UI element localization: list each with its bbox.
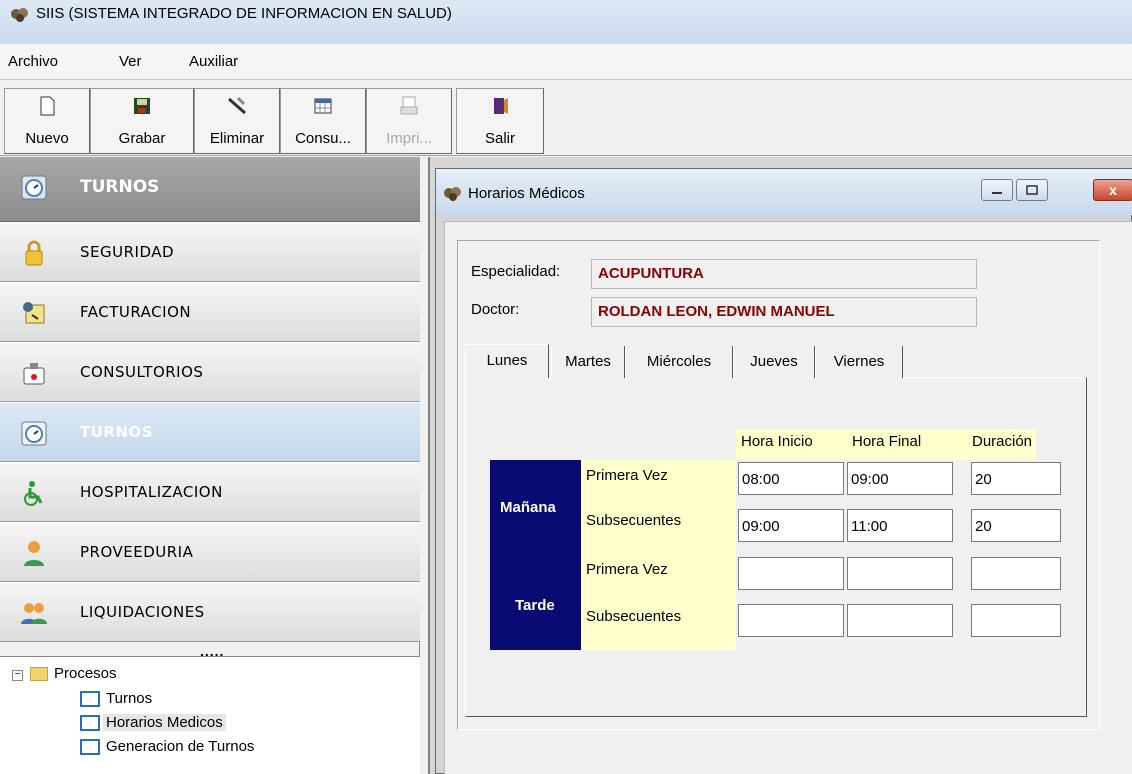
duracion-input[interactable] [971,557,1061,590]
sidebar-item-proveeduria[interactable]: PROVEEDURIA [0,522,420,582]
medical-kit-icon [23,363,45,385]
shift-tarde-label: Tarde [515,597,555,614]
sidebar-item-liquidaciones[interactable]: LIQUIDACIONES [0,582,420,642]
duracion-input[interactable] [971,604,1061,637]
save-button[interactable]: Grabar [90,88,194,154]
row-label: Subsecuentes [586,512,682,529]
toolbar: Nuevo Grabar Eliminar Consu... Impri... … [0,80,1132,156]
header-hora-final: Hora Final [852,433,922,450]
nav-header: TURNOS [0,157,420,222]
lock-icon [25,240,43,266]
form-icon [80,691,100,707]
shift-block [490,460,581,650]
wheelchair-icon [24,481,43,506]
especialidad-label: Especialidad: [471,263,561,280]
duracion-input[interactable]: 20 [971,462,1061,495]
app-logo-icon [11,8,28,22]
menu-archivo[interactable]: Archivo [8,53,58,70]
delete-icon [228,96,246,115]
sidebar-item-hospitalizacion[interactable]: HOSPITALIZACION [0,462,420,522]
sidebar-item-seguridad[interactable]: SEGURIDAD [0,222,420,282]
person-icon [24,541,44,566]
folder-icon [30,667,48,681]
navigation-panel: TURNOS SEGURIDAD FACTURACION CONSULTORIO… [0,157,420,774]
hora-final-input[interactable]: 09:00 [847,462,953,495]
menu-bar: Archivo Ver Auxiliar [0,44,1132,80]
form-icon [80,739,100,755]
app-logo-icon [444,187,461,201]
sidebar-item-turnos[interactable]: TURNOS [0,402,420,462]
sidebar-item-consultorios[interactable]: CONSULTORIOS [0,342,420,402]
hora-inicio-input[interactable]: 08:00 [738,462,844,495]
exit-button[interactable]: Salir [456,88,544,154]
process-tree: − Procesos Turnos Horarios Medicos Gener… [0,656,420,774]
exit-icon [494,98,508,114]
stopwatch-icon [21,421,47,446]
tree-node-turnos[interactable]: Turnos [106,690,152,707]
print-icon [400,96,418,115]
window-title: Horarios Médicos [468,185,585,202]
tab-miercoles[interactable]: Miércoles [625,346,733,378]
sidebar-item-facturacion[interactable]: FACTURACION [0,282,420,342]
print-button[interactable]: Impri... [366,88,452,154]
row-label: Subsecuentes [586,608,682,625]
tree-node-procesos[interactable]: Procesos [54,665,117,682]
hora-final-input[interactable] [847,604,953,637]
hora-inicio-input[interactable]: 09:00 [738,509,844,542]
row-label: Primera Vez [586,467,668,484]
people-icon [21,603,47,624]
tab-viernes[interactable]: Viernes [815,346,903,378]
new-button[interactable]: Nuevo [4,88,90,154]
tree-node-generacion-turnos[interactable]: Generacion de Turnos [106,738,254,755]
especialidad-field[interactable]: ACUPUNTURA [591,259,977,289]
menu-ver[interactable]: Ver [119,53,142,70]
minimize-button[interactable] [981,179,1013,201]
hora-final-input[interactable]: 11:00 [847,509,953,542]
billing-icon [23,302,45,324]
duracion-input[interactable]: 20 [971,509,1061,542]
doctor-field[interactable]: ROLDAN LEON, EDWIN MANUEL [591,297,977,327]
delete-button[interactable]: Eliminar [194,88,280,154]
shift-manana-label: Mañana [500,499,556,516]
app-title-bar: SIIS (SISTEMA INTEGRADO DE INFORMACION E… [0,0,1132,44]
maximize-button[interactable] [1016,179,1048,201]
header-duracion: Duración [972,433,1033,450]
save-icon [134,98,150,114]
tree-collapse-toggle[interactable]: − [12,670,23,681]
hora-final-input[interactable] [847,557,953,590]
tree-node-horarios-medicos[interactable]: Horarios Medicos [103,714,226,731]
close-button[interactable]: x [1093,179,1132,201]
window-title-bar[interactable]: Horarios Médicos x [436,169,1132,215]
tab-martes[interactable]: Martes [551,346,625,378]
minimize-icon [992,192,1002,194]
menu-auxiliar[interactable]: Auxiliar [189,53,238,70]
query-icon [314,98,332,114]
tab-lunes[interactable]: Lunes [465,344,549,378]
stopwatch-icon [21,175,47,200]
form-icon [80,715,100,731]
header-hora-inicio: Hora Inicio [741,433,813,450]
tab-jueves[interactable]: Jueves [733,346,815,378]
app-title: SIIS (SISTEMA INTEGRADO DE INFORMACION E… [36,4,452,22]
restore-icon [1026,185,1038,195]
row-label: Primera Vez [586,561,668,578]
query-button[interactable]: Consu... [280,88,366,154]
new-document-icon [40,96,55,116]
doctor-label: Doctor: [471,301,520,318]
hora-inicio-input[interactable] [738,604,844,637]
hora-inicio-input[interactable] [738,557,844,590]
